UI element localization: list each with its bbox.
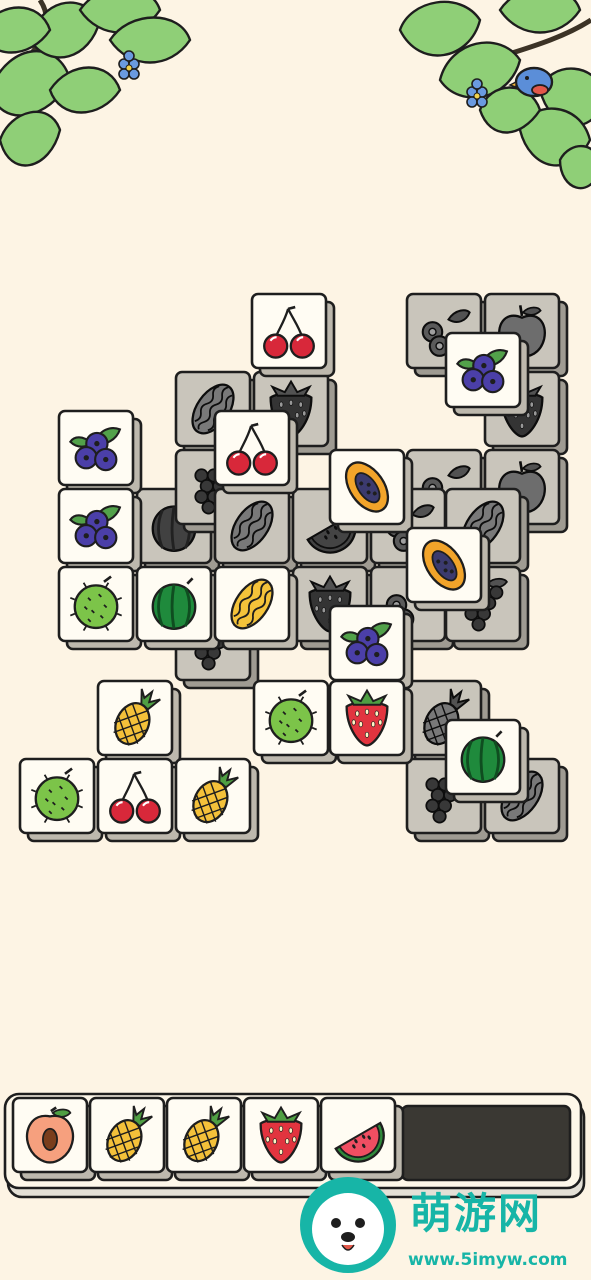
tray-slot-strawberry: [242, 1096, 328, 1182]
tray-slot-peach: [11, 1096, 97, 1182]
watermark-url: www.5imyw.com: [408, 1250, 568, 1270]
tile-strawberry[interactable]: [328, 679, 414, 765]
foliage-left: [0, 0, 192, 167]
tile-pineapple[interactable]: [96, 679, 182, 765]
tile-blueberry[interactable]: [444, 331, 530, 417]
tile-durian[interactable]: [18, 757, 104, 843]
tile-cherry[interactable]: [96, 757, 182, 843]
tile-melon: [213, 487, 299, 573]
tile-pineapple[interactable]: [174, 757, 260, 843]
tile-blueberry[interactable]: [57, 487, 143, 573]
watermark-brand: 萌游网: [410, 1189, 543, 1238]
tray-slot-watermelon-slice: [319, 1096, 405, 1182]
tray-empty-area: [400, 1104, 572, 1182]
tile-cherry[interactable]: [250, 292, 336, 378]
tile-cherry[interactable]: [213, 409, 299, 495]
tile-blueberry[interactable]: [328, 604, 414, 690]
dog-logo-icon: [300, 1177, 396, 1273]
tile-melon[interactable]: [213, 565, 299, 651]
tile-blueberry[interactable]: [57, 409, 143, 495]
tile-watermelon[interactable]: [135, 565, 221, 651]
tile-watermelon[interactable]: [444, 718, 530, 804]
foliage-right: [398, 0, 591, 190]
tile-papaya[interactable]: [328, 448, 414, 534]
tile-papaya[interactable]: [405, 526, 491, 612]
tile-durian[interactable]: [252, 679, 338, 765]
tray-slot-pineapple: [165, 1096, 251, 1182]
tile-board: [18, 292, 569, 843]
tray-slot-pineapple: [88, 1096, 174, 1182]
tile-durian[interactable]: [57, 565, 143, 651]
